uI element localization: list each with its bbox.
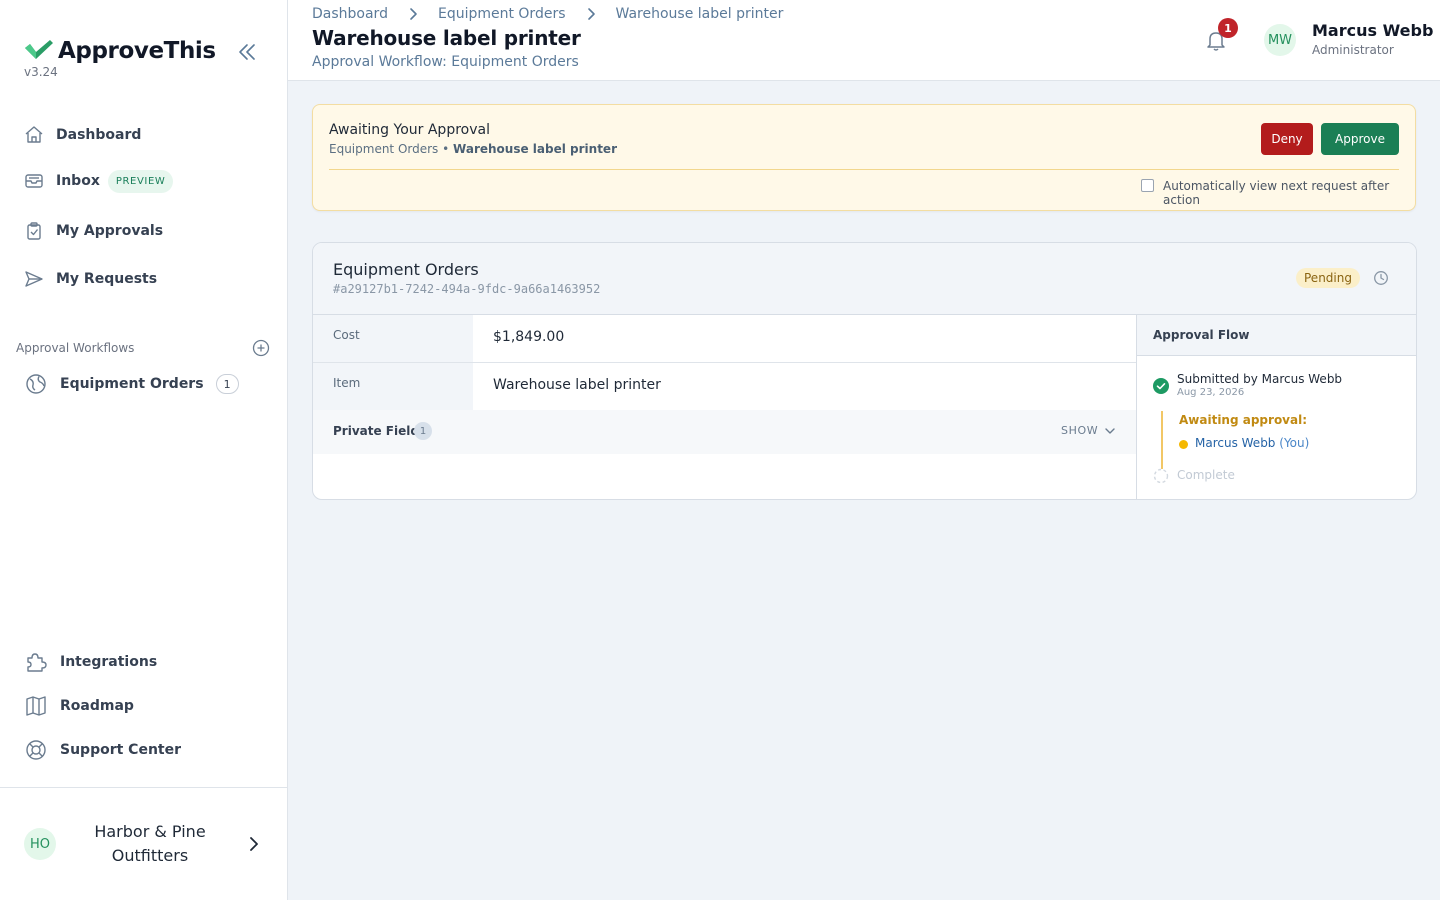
nav-integrations-label: Integrations [60,654,158,670]
check-circle-icon [1153,378,1169,394]
flow-approver[interactable]: Marcus Webb (You) [1195,436,1309,450]
approval-workflows-heading: Approval Workflows [16,341,135,355]
field-row-cost: Cost $1,849.00 [313,315,1136,363]
banner-divider [329,169,1399,170]
clipboard-check-icon [27,222,41,240]
breadcrumb-equipment-orders[interactable]: Equipment Orders [438,6,566,22]
page-title: Warehouse label printer [312,26,581,50]
checkmark-logo-icon [25,40,53,59]
breadcrumb-dashboard[interactable]: Dashboard [312,6,388,22]
globe-icon [26,374,46,394]
field-value-cost: $1,849.00 [493,329,565,345]
banner-separator: • [442,142,450,156]
flow-submitted-date: Aug 23, 2026 [1177,387,1245,398]
dashed-circle-icon [1153,468,1169,484]
approve-button[interactable]: Approve [1321,123,1399,155]
breadcrumb-current[interactable]: Warehouse label printer [616,6,784,22]
nav-integrations[interactable]: Integrations [24,650,157,674]
flow-approver-you: (You) [1279,436,1310,450]
sidebar: ApproveThis v3.24 Dashboard Inbox PREVIE… [0,0,288,900]
nav-support-center[interactable]: Support Center [24,738,181,762]
status-badge: Pending [1296,268,1360,288]
nav-my-approvals[interactable]: My Approvals [24,219,163,243]
puzzle-icon [27,653,47,672]
map-icon [26,696,46,716]
request-workflow-title: Equipment Orders [333,260,479,279]
inbox-icon [25,174,43,188]
show-private-fields-toggle[interactable]: SHOW [1061,424,1116,437]
nav-roadmap-label: Roadmap [60,698,134,714]
workflow-equipment-orders[interactable]: Equipment Orders 1 [24,372,239,396]
app-logo[interactable]: ApproveThis [24,38,216,64]
nav-inbox[interactable]: Inbox PREVIEW [24,169,174,193]
notification-count-badge: 1 [1218,18,1238,38]
nav-my-approvals-label: My Approvals [56,223,164,239]
field-row-item: Item Warehouse label printer [313,363,1136,411]
collapse-sidebar-icon[interactable] [236,41,258,63]
request-card-header: Equipment Orders #a29127b1-7242-494a-9fd… [313,243,1416,315]
banner-title: Awaiting Your Approval [329,122,490,138]
request-id: #a29127b1-7242-494a-9fdc-9a66a1463952 [333,282,601,296]
nav-inbox-label: Inbox [56,173,100,189]
flow-awaiting-label: Awaiting approval: [1179,413,1308,427]
private-fields-count: 1 [414,422,432,440]
chevron-down-icon [1105,427,1115,434]
approval-banner: Awaiting Your Approval Equipment Orders … [312,104,1416,211]
banner-request: Warehouse label printer [453,142,617,156]
field-label-cost: Cost [313,315,473,362]
clock-history-icon[interactable] [1373,270,1389,286]
lifebuoy-icon [26,740,46,760]
field-label-item: Item [313,363,473,410]
flow-complete-label: Complete [1177,468,1235,482]
nav-support-center-label: Support Center [60,742,182,758]
pending-dot-icon [1179,440,1188,449]
user-avatar[interactable]: MW [1264,24,1296,56]
request-card: Equipment Orders #a29127b1-7242-494a-9fd… [312,242,1417,500]
banner-workflow: Equipment Orders [329,142,439,156]
send-icon [25,271,43,287]
show-label: SHOW [1061,424,1099,437]
private-fields-label: Private Fields [333,424,427,438]
flow-approver-name: Marcus Webb [1195,436,1276,450]
workflow-equipment-orders-label: Equipment Orders [60,376,204,392]
approval-flow-title: Approval Flow [1137,315,1416,356]
user-role: Administrator [1312,43,1394,57]
chevron-right-icon[interactable] [244,834,264,854]
field-value-item: Warehouse label printer [493,377,661,393]
sidebar-divider [0,787,287,788]
org-avatar: HO [24,828,56,860]
page-header: Dashboard Equipment Orders Warehouse lab… [288,0,1440,81]
user-name[interactable]: Marcus Webb [1312,21,1433,40]
nav-dashboard[interactable]: Dashboard [24,123,141,147]
flow-submitted: Submitted by Marcus Webb [1177,372,1343,386]
flow-timeline-line [1161,411,1163,469]
private-fields-row[interactable]: Private Fields 1 SHOW [313,410,1136,454]
chevron-right-icon [587,8,595,20]
auto-next-checkbox[interactable] [1141,179,1154,192]
add-workflow-icon[interactable] [252,339,270,357]
auto-next-label[interactable]: Automatically view next request after ac… [1163,179,1415,207]
app-name: ApproveThis [58,38,216,64]
chevron-right-icon [410,8,417,20]
preview-badge: PREVIEW [107,169,174,193]
banner-meta: Equipment Orders • Warehouse label print… [329,142,617,156]
org-name[interactable]: Harbor & Pine Outfitters [72,820,228,868]
page-subtitle: Approval Workflow: Equipment Orders [312,54,579,70]
app-version: v3.24 [24,65,58,79]
deny-button[interactable]: Deny [1261,123,1313,155]
nav-roadmap[interactable]: Roadmap [24,694,134,718]
breadcrumb: Dashboard Equipment Orders Warehouse lab… [312,6,783,22]
home-icon [25,126,43,143]
nav-my-requests-label: My Requests [56,271,158,287]
approval-flow-panel: Approval Flow Submitted by Marcus Webb A… [1136,315,1416,499]
nav-my-requests[interactable]: My Requests [24,267,157,291]
nav-dashboard-label: Dashboard [56,127,142,143]
workflow-count-badge: 1 [215,374,239,394]
